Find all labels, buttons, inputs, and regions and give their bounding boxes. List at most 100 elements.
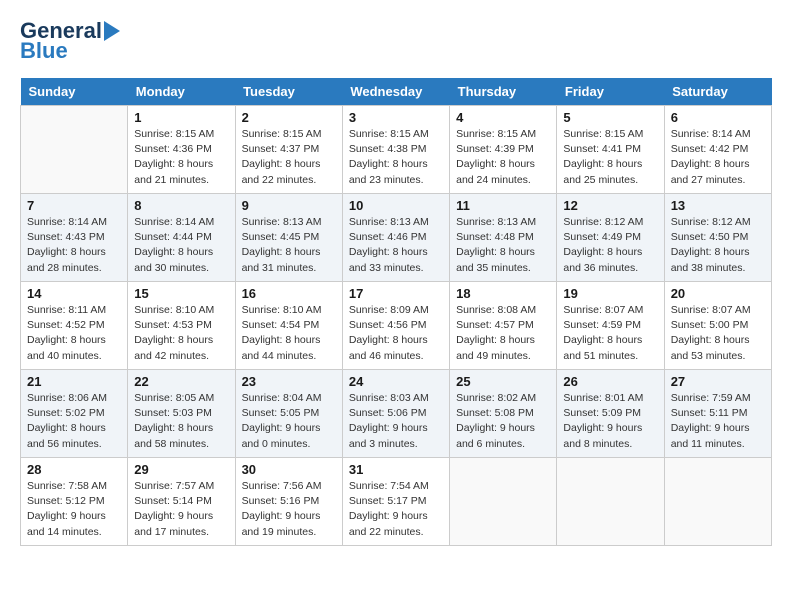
calendar-cell: 22 Sunrise: 8:05 AMSunset: 5:03 PMDayligh…	[128, 370, 235, 458]
week-row-1: 1 Sunrise: 8:15 AMSunset: 4:36 PMDaylight…	[21, 106, 772, 194]
calendar-cell: 30 Sunrise: 7:56 AMSunset: 5:16 PMDayligh…	[235, 458, 342, 546]
logo: General Blue	[20, 20, 120, 62]
day-info: Sunrise: 8:05 AMSunset: 5:03 PMDaylight:…	[134, 391, 228, 452]
day-info: Sunrise: 8:04 AMSunset: 5:05 PMDaylight:…	[242, 391, 336, 452]
day-number: 17	[349, 286, 443, 301]
calendar-cell: 18 Sunrise: 8:08 AMSunset: 4:57 PMDayligh…	[450, 282, 557, 370]
page-header: General Blue	[20, 20, 772, 62]
column-header-friday: Friday	[557, 78, 664, 106]
calendar-cell: 31 Sunrise: 7:54 AMSunset: 5:17 PMDayligh…	[342, 458, 449, 546]
calendar-cell: 19 Sunrise: 8:07 AMSunset: 4:59 PMDayligh…	[557, 282, 664, 370]
day-number: 15	[134, 286, 228, 301]
column-header-monday: Monday	[128, 78, 235, 106]
day-info: Sunrise: 8:14 AMSunset: 4:42 PMDaylight:…	[671, 127, 765, 188]
day-info: Sunrise: 8:06 AMSunset: 5:02 PMDaylight:…	[27, 391, 121, 452]
calendar-cell: 1 Sunrise: 8:15 AMSunset: 4:36 PMDaylight…	[128, 106, 235, 194]
day-info: Sunrise: 8:08 AMSunset: 4:57 PMDaylight:…	[456, 303, 550, 364]
day-info: Sunrise: 8:03 AMSunset: 5:06 PMDaylight:…	[349, 391, 443, 452]
day-number: 25	[456, 374, 550, 389]
day-number: 22	[134, 374, 228, 389]
calendar-cell: 26 Sunrise: 8:01 AMSunset: 5:09 PMDayligh…	[557, 370, 664, 458]
day-info: Sunrise: 7:57 AMSunset: 5:14 PMDaylight:…	[134, 479, 228, 540]
day-number: 31	[349, 462, 443, 477]
calendar-cell	[557, 458, 664, 546]
calendar-cell	[664, 458, 771, 546]
calendar-cell: 6Sunrise: 8:14 AMSunset: 4:42 PMDaylight…	[664, 106, 771, 194]
day-info: Sunrise: 8:13 AMSunset: 4:45 PMDaylight:…	[242, 215, 336, 276]
day-info: Sunrise: 8:14 AMSunset: 4:43 PMDaylight:…	[27, 215, 121, 276]
calendar-cell: 27 Sunrise: 7:59 AMSunset: 5:11 PMDayligh…	[664, 370, 771, 458]
column-header-wednesday: Wednesday	[342, 78, 449, 106]
day-number: 18	[456, 286, 550, 301]
day-info: Sunrise: 8:07 AMSunset: 5:00 PMDaylight:…	[671, 303, 765, 364]
day-info: Sunrise: 8:01 AMSunset: 5:09 PMDaylight:…	[563, 391, 657, 452]
calendar-cell: 15 Sunrise: 8:10 AMSunset: 4:53 PMDayligh…	[128, 282, 235, 370]
day-number: 23	[242, 374, 336, 389]
day-number: 1	[134, 110, 228, 125]
calendar-cell: 25 Sunrise: 8:02 AMSunset: 5:08 PMDayligh…	[450, 370, 557, 458]
calendar-cell	[450, 458, 557, 546]
calendar-cell: 14Sunrise: 8:11 AMSunset: 4:52 PMDayligh…	[21, 282, 128, 370]
day-info: Sunrise: 8:15 AMSunset: 4:39 PMDaylight:…	[456, 127, 550, 188]
day-info: Sunrise: 8:10 AMSunset: 4:54 PMDaylight:…	[242, 303, 336, 364]
day-number: 9	[242, 198, 336, 213]
day-number: 10	[349, 198, 443, 213]
day-info: Sunrise: 8:13 AMSunset: 4:48 PMDaylight:…	[456, 215, 550, 276]
day-number: 26	[563, 374, 657, 389]
day-number: 5	[563, 110, 657, 125]
calendar-cell: 11Sunrise: 8:13 AMSunset: 4:48 PMDayligh…	[450, 194, 557, 282]
calendar-cell: 10Sunrise: 8:13 AMSunset: 4:46 PMDayligh…	[342, 194, 449, 282]
day-info: Sunrise: 8:10 AMSunset: 4:53 PMDaylight:…	[134, 303, 228, 364]
day-number: 27	[671, 374, 765, 389]
day-number: 19	[563, 286, 657, 301]
calendar-cell: 7 Sunrise: 8:14 AMSunset: 4:43 PMDaylight…	[21, 194, 128, 282]
day-info: Sunrise: 8:02 AMSunset: 5:08 PMDaylight:…	[456, 391, 550, 452]
day-info: Sunrise: 7:59 AMSunset: 5:11 PMDaylight:…	[671, 391, 765, 452]
day-number: 30	[242, 462, 336, 477]
day-info: Sunrise: 7:54 AMSunset: 5:17 PMDaylight:…	[349, 479, 443, 540]
column-header-thursday: Thursday	[450, 78, 557, 106]
day-info: Sunrise: 8:15 AMSunset: 4:37 PMDaylight:…	[242, 127, 336, 188]
day-number: 2	[242, 110, 336, 125]
day-info: Sunrise: 8:09 AMSunset: 4:56 PMDaylight:…	[349, 303, 443, 364]
logo-arrow-icon	[104, 21, 120, 41]
day-number: 4	[456, 110, 550, 125]
header-row: SundayMondayTuesdayWednesdayThursdayFrid…	[21, 78, 772, 106]
day-number: 16	[242, 286, 336, 301]
logo-blue-text: Blue	[20, 40, 68, 62]
column-header-tuesday: Tuesday	[235, 78, 342, 106]
calendar-cell: 23 Sunrise: 8:04 AMSunset: 5:05 PMDayligh…	[235, 370, 342, 458]
calendar-cell: 28 Sunrise: 7:58 AMSunset: 5:12 PMDayligh…	[21, 458, 128, 546]
day-info: Sunrise: 8:07 AMSunset: 4:59 PMDaylight:…	[563, 303, 657, 364]
calendar-cell: 8 Sunrise: 8:14 AMSunset: 4:44 PMDaylight…	[128, 194, 235, 282]
week-row-5: 28 Sunrise: 7:58 AMSunset: 5:12 PMDayligh…	[21, 458, 772, 546]
day-number: 29	[134, 462, 228, 477]
calendar-cell: 5Sunrise: 8:15 AMSunset: 4:41 PMDaylight…	[557, 106, 664, 194]
week-row-4: 21 Sunrise: 8:06 AMSunset: 5:02 PMDayligh…	[21, 370, 772, 458]
calendar-cell: 16 Sunrise: 8:10 AMSunset: 4:54 PMDayligh…	[235, 282, 342, 370]
calendar-cell: 20 Sunrise: 8:07 AMSunset: 5:00 PMDayligh…	[664, 282, 771, 370]
column-header-saturday: Saturday	[664, 78, 771, 106]
calendar-cell: 29 Sunrise: 7:57 AMSunset: 5:14 PMDayligh…	[128, 458, 235, 546]
day-number: 21	[27, 374, 121, 389]
day-info: Sunrise: 8:15 AMSunset: 4:36 PMDaylight:…	[134, 127, 228, 188]
calendar-cell: 24Sunrise: 8:03 AMSunset: 5:06 PMDayligh…	[342, 370, 449, 458]
calendar-cell: 4 Sunrise: 8:15 AMSunset: 4:39 PMDaylight…	[450, 106, 557, 194]
week-row-2: 7 Sunrise: 8:14 AMSunset: 4:43 PMDaylight…	[21, 194, 772, 282]
calendar-cell: 21 Sunrise: 8:06 AMSunset: 5:02 PMDayligh…	[21, 370, 128, 458]
day-number: 7	[27, 198, 121, 213]
day-info: Sunrise: 7:58 AMSunset: 5:12 PMDaylight:…	[27, 479, 121, 540]
day-info: Sunrise: 8:14 AMSunset: 4:44 PMDaylight:…	[134, 215, 228, 276]
calendar-cell	[21, 106, 128, 194]
day-info: Sunrise: 7:56 AMSunset: 5:16 PMDaylight:…	[242, 479, 336, 540]
day-info: Sunrise: 8:15 AMSunset: 4:38 PMDaylight:…	[349, 127, 443, 188]
day-number: 12	[563, 198, 657, 213]
calendar-cell: 12 Sunrise: 8:12 AMSunset: 4:49 PMDayligh…	[557, 194, 664, 282]
day-number: 13	[671, 198, 765, 213]
calendar-cell: 9 Sunrise: 8:13 AMSunset: 4:45 PMDaylight…	[235, 194, 342, 282]
day-info: Sunrise: 8:12 AMSunset: 4:49 PMDaylight:…	[563, 215, 657, 276]
day-number: 8	[134, 198, 228, 213]
day-number: 20	[671, 286, 765, 301]
day-number: 28	[27, 462, 121, 477]
column-header-sunday: Sunday	[21, 78, 128, 106]
